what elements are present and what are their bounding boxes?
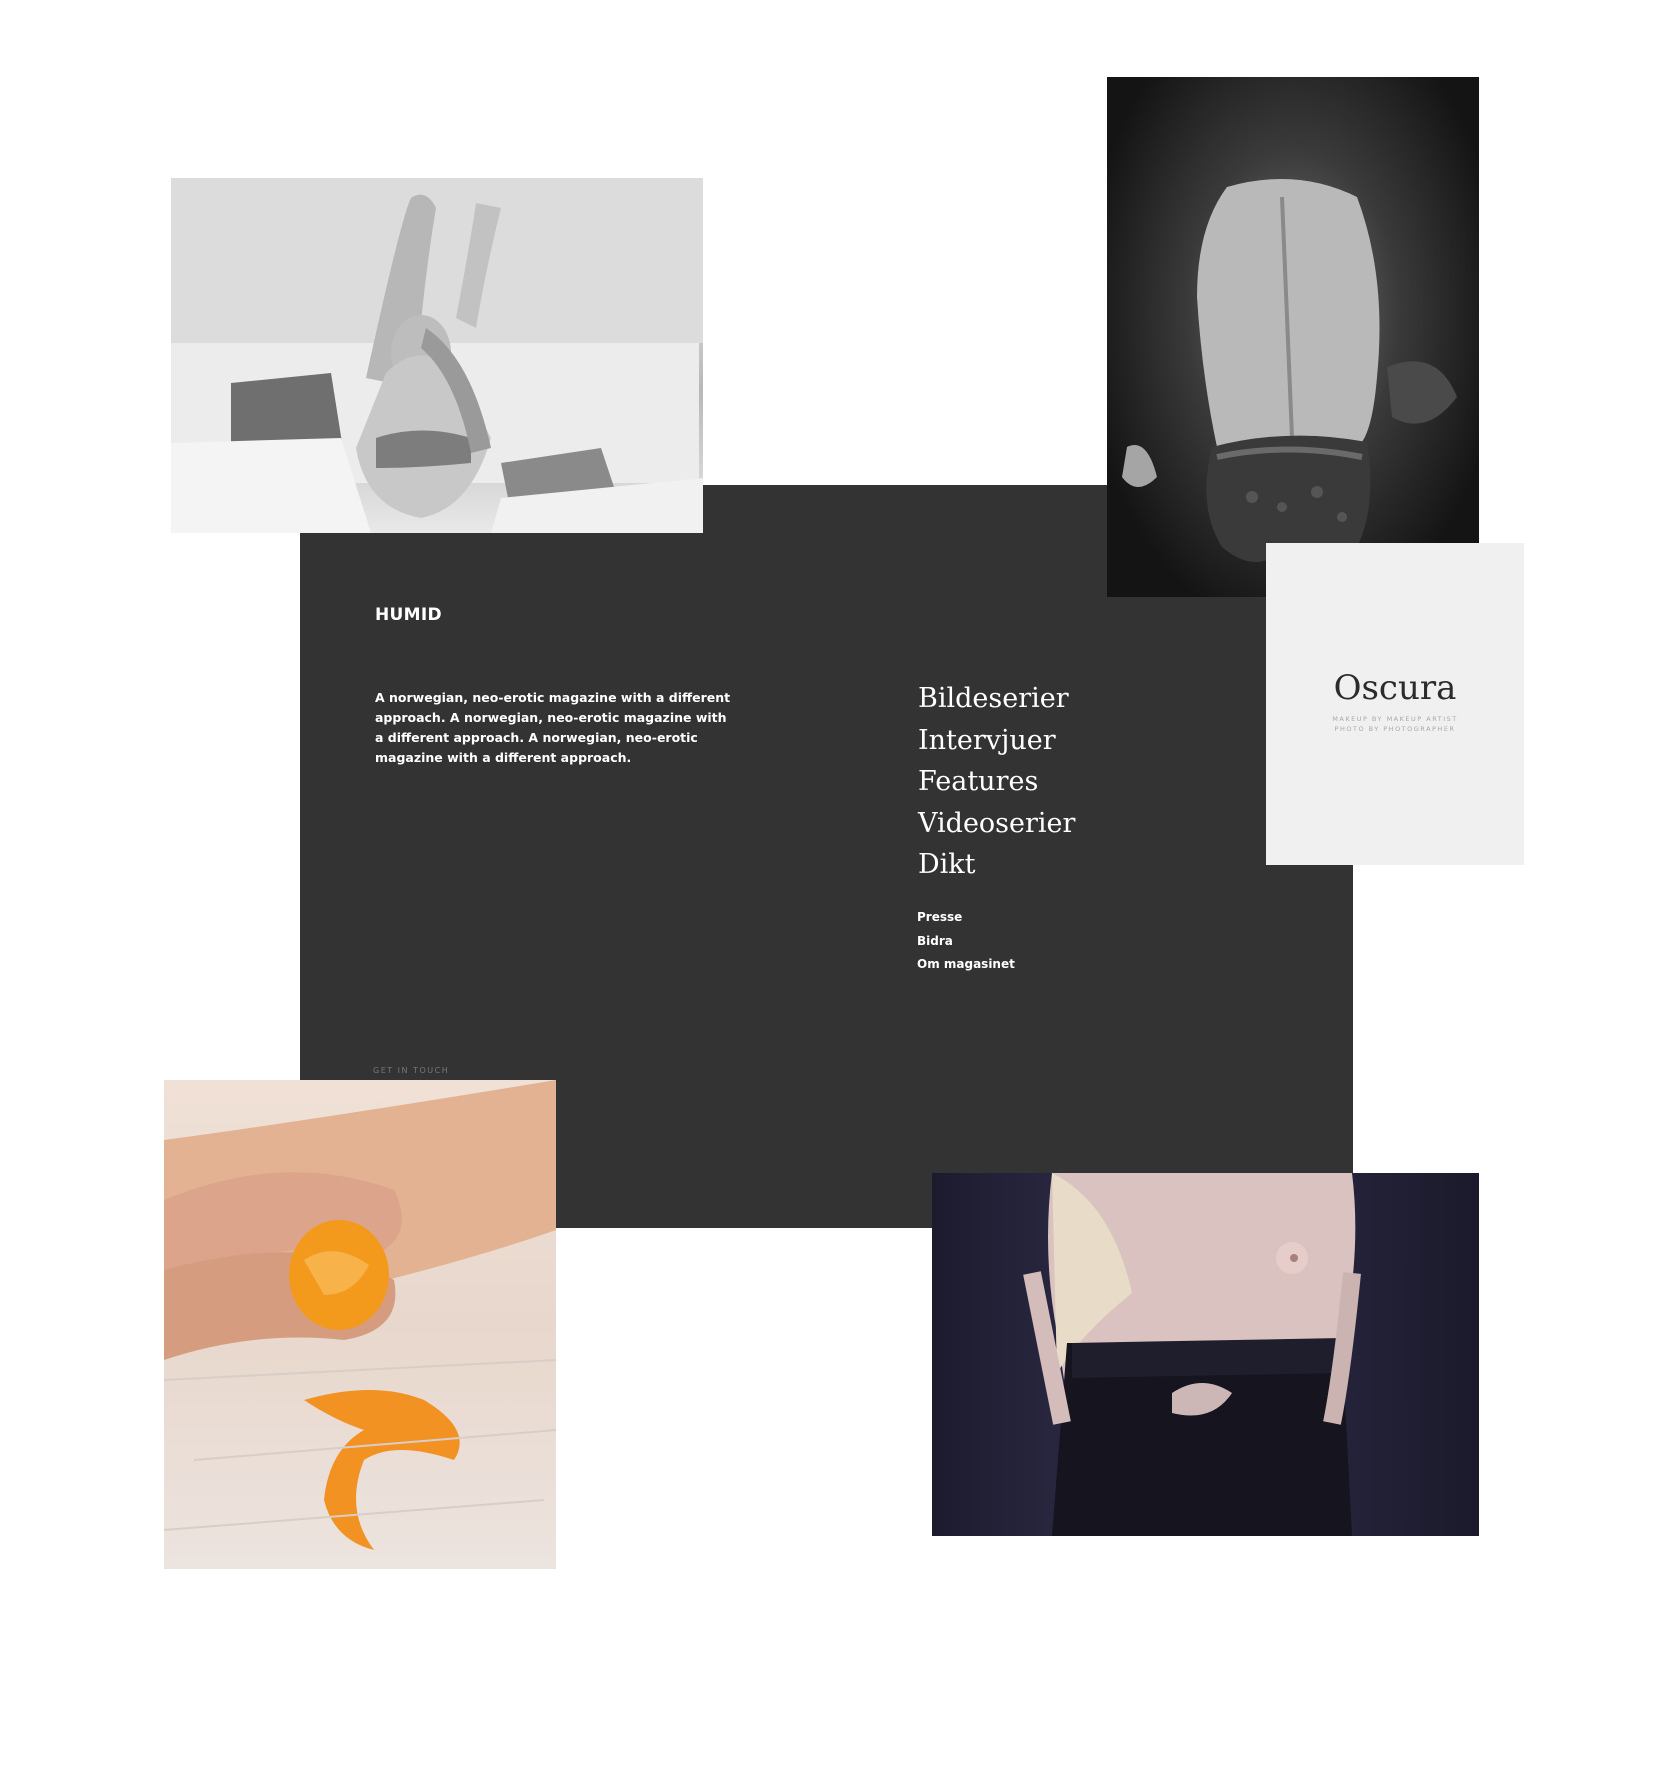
nav-item-dikt[interactable]: Dikt	[918, 844, 1075, 886]
feature-card-title: Oscura	[1333, 668, 1457, 708]
intro-panel-notch	[702, 485, 1108, 533]
feature-card-makeup-credit: MAKEUP BY MAKEUP ARTIST	[1332, 715, 1458, 723]
bed-portrait-image	[171, 178, 703, 533]
nav-item-om-magasinet[interactable]: Om magasinet	[917, 953, 1015, 977]
orange-peeling-photo[interactable]	[164, 1080, 556, 1569]
feature-card-photo-credit: PHOTO BY PHOTOGRAPHER	[1334, 725, 1456, 733]
main-nav: Bildeserier Intervjuer Features Videoser…	[918, 678, 1075, 886]
intro-text: A norwegian, neo-erotic magazine with a …	[375, 690, 731, 765]
nav-item-features[interactable]: Features	[918, 761, 1075, 803]
secondary-nav: Presse Bidra Om magasinet	[917, 906, 1015, 977]
orange-peeling-image	[164, 1080, 556, 1550]
nav-item-videoserier[interactable]: Videoserier	[918, 803, 1075, 845]
dark-portrait-photo[interactable]	[932, 1173, 1479, 1536]
nav-item-presse[interactable]: Presse	[917, 906, 1015, 930]
bare-back-image	[1122, 179, 1457, 562]
nav-item-intervjuer[interactable]: Intervjuer	[918, 720, 1075, 762]
dark-portrait-image	[1023, 1173, 1361, 1536]
nav-item-bildeserier[interactable]: Bildeserier	[918, 678, 1075, 720]
brand-logo[interactable]: HUMID	[375, 605, 442, 625]
feature-card-oscura[interactable]: Oscura MAKEUP BY MAKEUP ARTIST PHOTO BY …	[1266, 543, 1524, 865]
bare-back-photo[interactable]	[1107, 77, 1479, 597]
get-in-touch-link[interactable]: GET IN TOUCH	[373, 1066, 449, 1075]
nav-item-bidra[interactable]: Bidra	[917, 930, 1015, 954]
bed-portrait-photo[interactable]	[171, 178, 703, 533]
